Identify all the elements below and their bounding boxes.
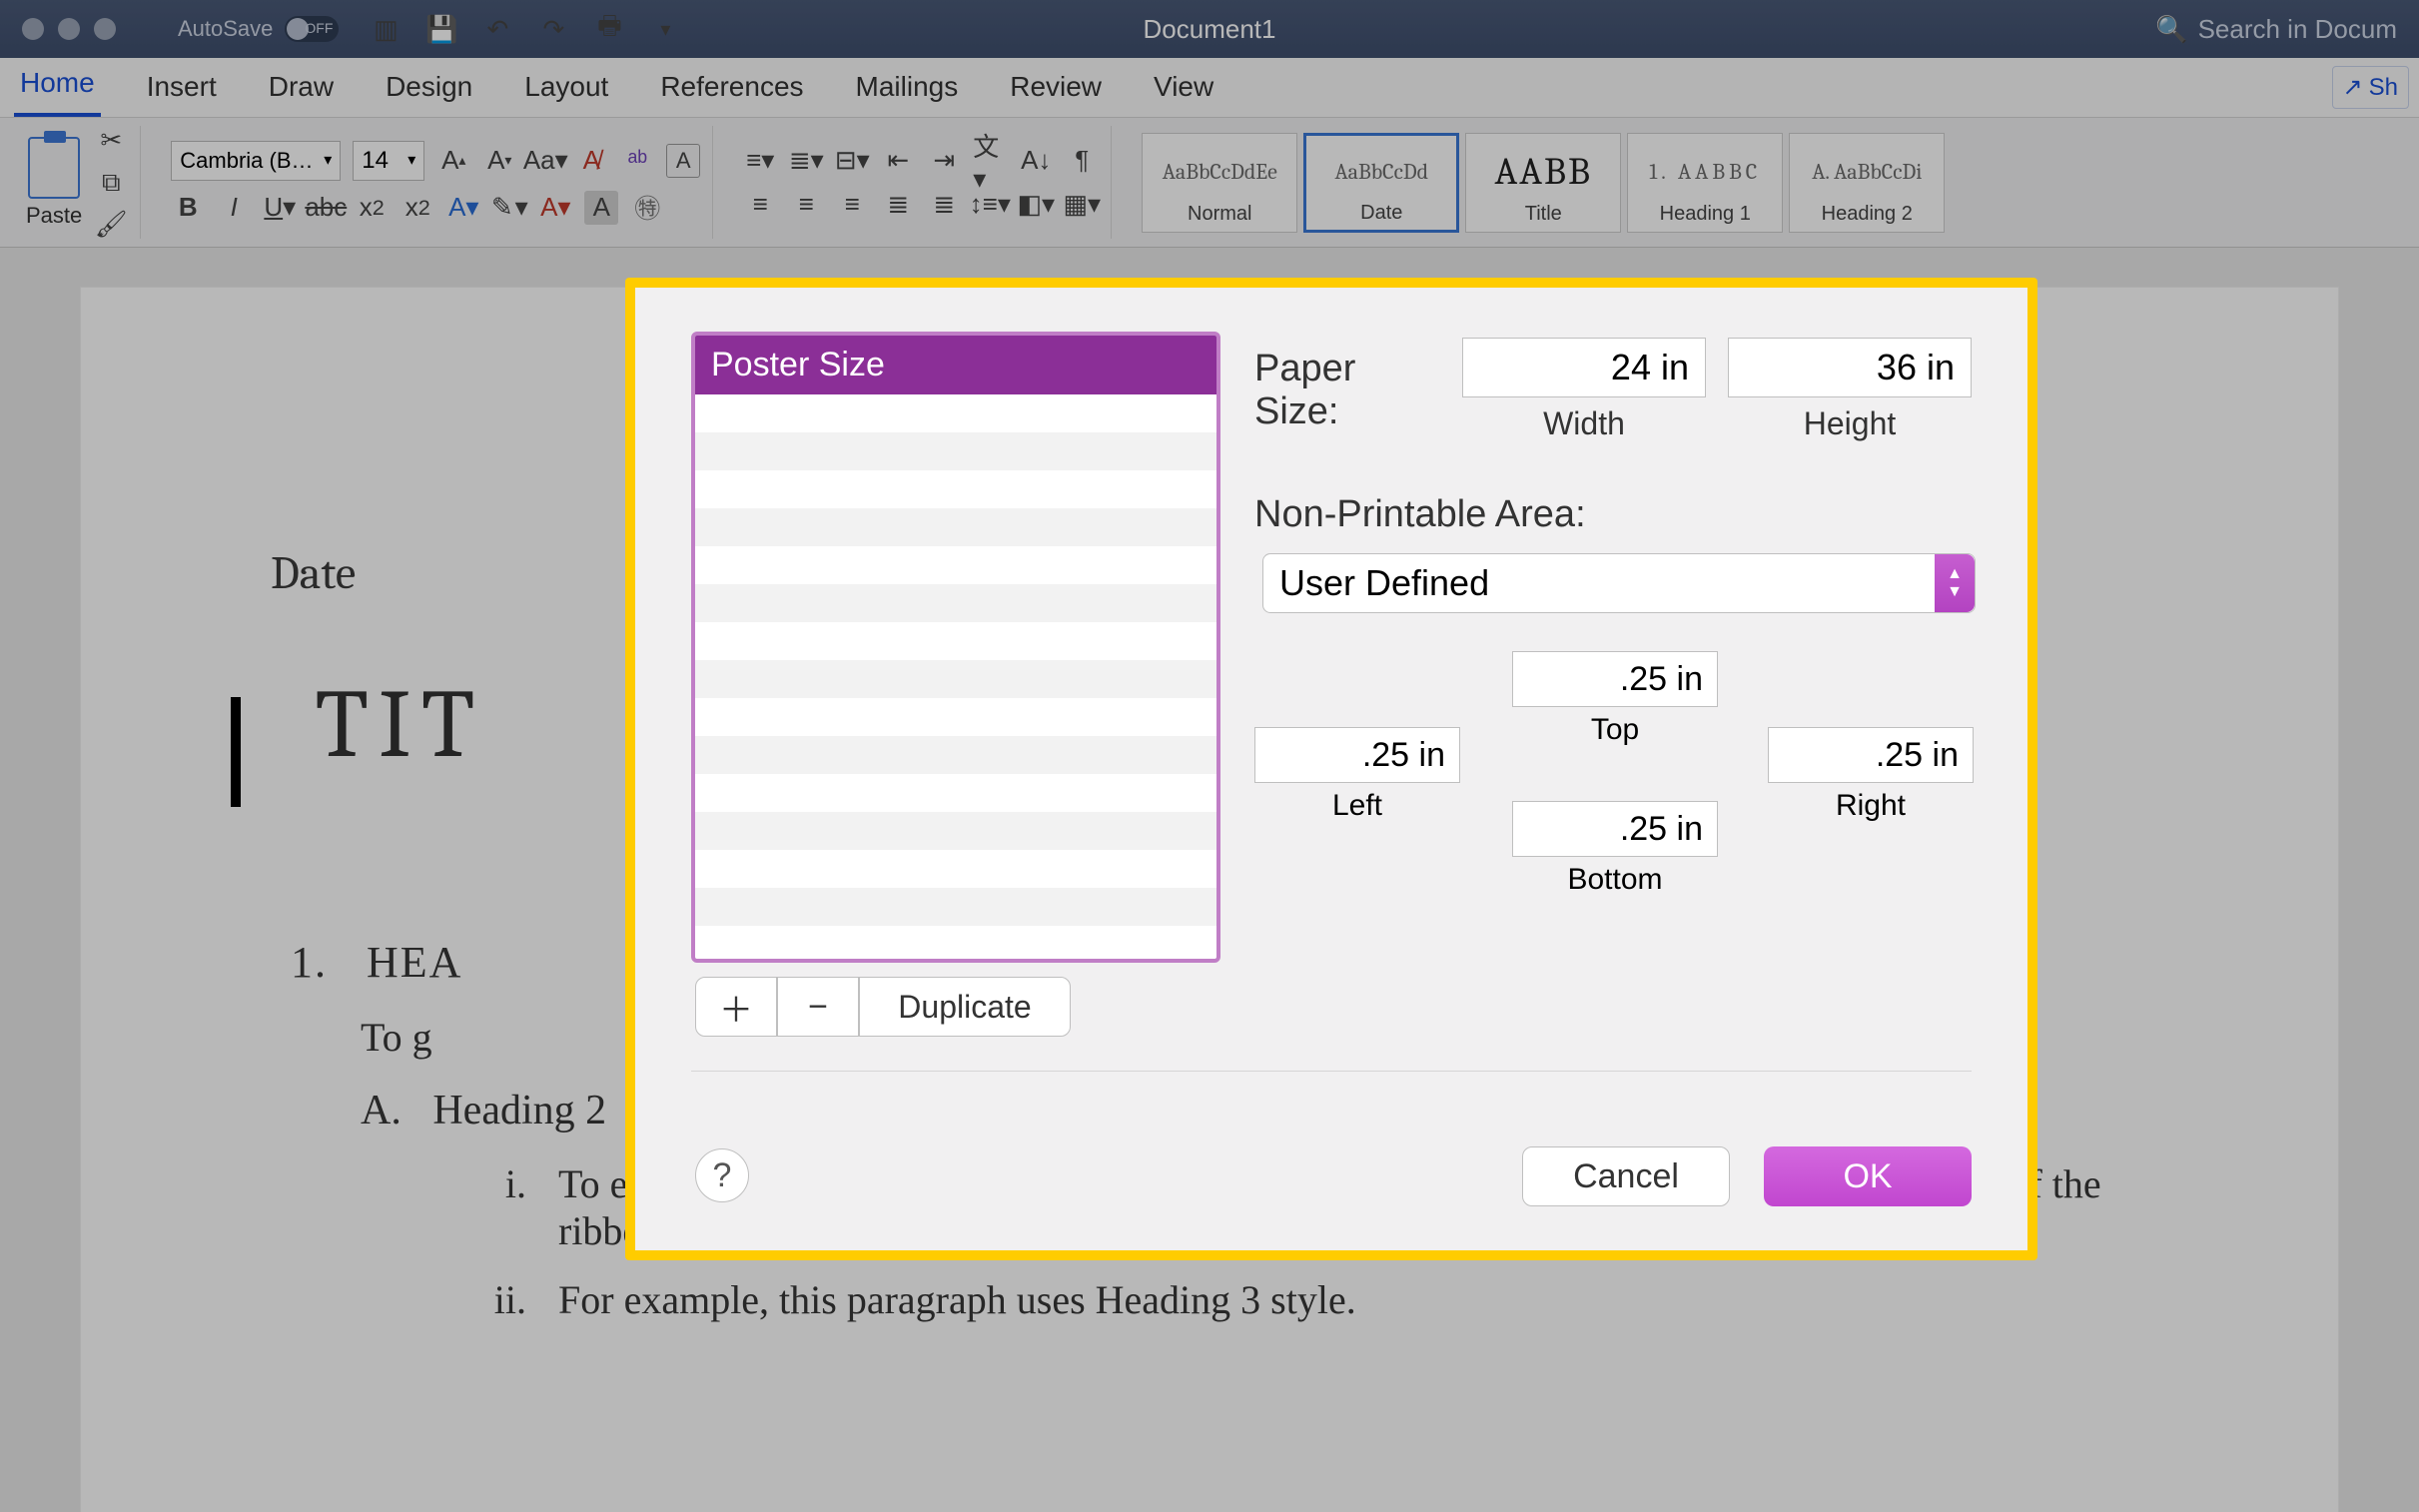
list-item[interactable] <box>695 888 1216 926</box>
margin-bottom-label: Bottom <box>1567 863 1662 897</box>
list-item[interactable] <box>695 774 1216 812</box>
list-item[interactable] <box>695 660 1216 698</box>
list-item[interactable] <box>695 812 1216 850</box>
non-printable-area-select[interactable]: User Defined ▲▼ <box>1262 553 1976 613</box>
list-item[interactable] <box>695 622 1216 660</box>
remove-size-button[interactable]: − <box>777 977 859 1037</box>
cancel-button[interactable]: Cancel <box>1522 1146 1730 1206</box>
list-item[interactable] <box>695 470 1216 508</box>
ok-button[interactable]: OK <box>1764 1146 1972 1206</box>
npa-select-value: User Defined <box>1279 562 1489 604</box>
list-item[interactable] <box>695 698 1216 736</box>
margin-left-input[interactable] <box>1254 727 1460 783</box>
size-list-buttons: ＋ − Duplicate <box>695 977 1071 1037</box>
list-item[interactable] <box>695 850 1216 888</box>
divider <box>691 1071 1972 1072</box>
paper-size-dialog: Poster Size ＋ − Duplicate <box>625 278 2037 1260</box>
margin-right-input[interactable] <box>1768 727 1974 783</box>
list-item[interactable] <box>695 546 1216 584</box>
minus-icon: − <box>808 988 828 1027</box>
margin-top-label: Top <box>1591 713 1639 747</box>
height-label: Height <box>1804 405 1897 442</box>
list-item[interactable] <box>695 432 1216 470</box>
margin-left-label: Left <box>1332 789 1382 823</box>
list-item[interactable] <box>695 394 1216 432</box>
non-printable-area-label: Non-Printable Area: <box>1254 493 1586 536</box>
stepper-icon: ▲▼ <box>1935 554 1975 612</box>
paper-size-label: Paper Size: <box>1254 348 1440 433</box>
margin-right-label: Right <box>1836 789 1906 823</box>
size-list-header[interactable]: Poster Size <box>695 336 1216 394</box>
margin-bottom-input[interactable] <box>1512 801 1718 857</box>
duplicate-button[interactable]: Duplicate <box>859 977 1071 1037</box>
paper-size-list[interactable]: Poster Size <box>691 332 1220 963</box>
plus-icon: ＋ <box>719 983 753 1032</box>
margin-top-input[interactable] <box>1512 651 1718 707</box>
width-label: Width <box>1543 405 1625 442</box>
height-input[interactable] <box>1728 338 1972 397</box>
list-item[interactable] <box>695 584 1216 622</box>
width-input[interactable] <box>1462 338 1706 397</box>
list-item[interactable] <box>695 736 1216 774</box>
help-button[interactable]: ? <box>695 1148 749 1202</box>
add-size-button[interactable]: ＋ <box>695 977 777 1037</box>
list-item[interactable] <box>695 508 1216 546</box>
